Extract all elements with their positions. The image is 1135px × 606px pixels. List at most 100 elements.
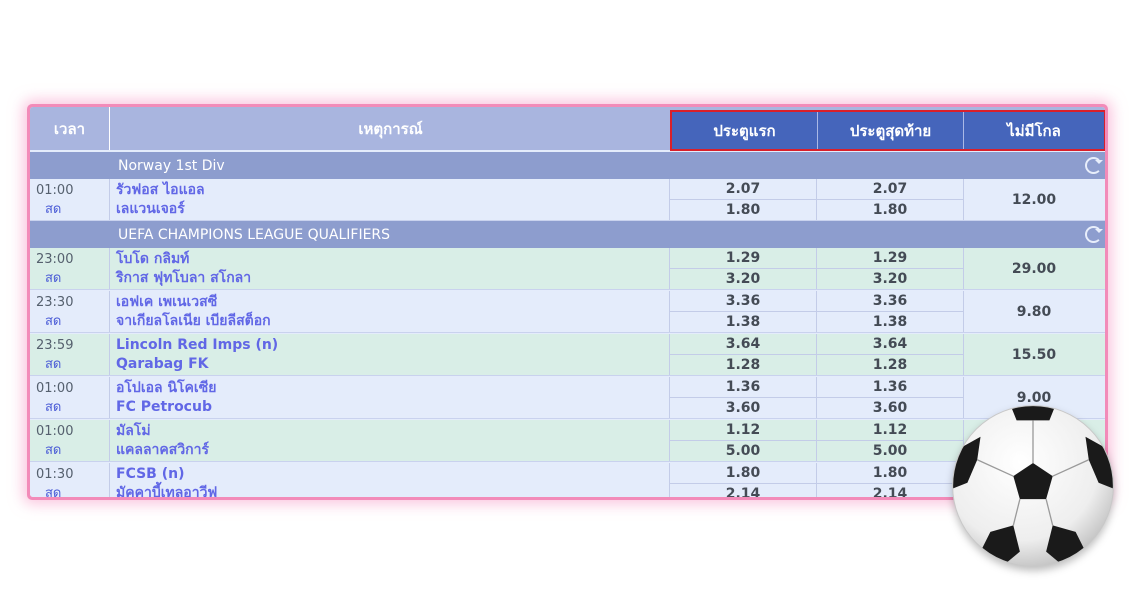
last-goal-odds: 2.07 1.80 [817,179,964,220]
odds-value[interactable]: 1.38 [670,312,816,332]
refresh-icon[interactable] [1085,157,1103,174]
home-team[interactable]: FCSB (n) [116,465,669,484]
odds-value[interactable]: 1.12 [817,420,963,441]
first-goal-odds: 1.36 3.60 [670,377,817,418]
away-team[interactable]: Qarabag FK [116,355,669,374]
match-time: 23:30 [36,295,74,310]
live-badge: สด [45,443,62,458]
home-team[interactable]: อโปเอล นิโคเซีย [116,379,669,398]
table-row[interactable]: 23:30 สด เอฟเค เพเนเวสซี จาเกียลโลเนีย เ… [30,291,1105,333]
live-badge: สด [45,400,62,415]
match-time-cell: 23:00 สด [30,248,110,289]
live-badge: สด [45,202,62,217]
odds-value[interactable]: 1.36 [817,377,963,398]
odds-value[interactable]: 1.36 [670,377,816,398]
home-team[interactable]: เอฟเค เพเนเวสซี [116,293,669,312]
match-time: 23:00 [36,252,74,267]
live-badge: สด [45,271,62,286]
odds-value[interactable]: 2.14 [817,484,963,497]
soccer-ball-icon [952,405,1114,567]
odds-value[interactable]: 1.28 [817,355,963,375]
header-first-goal: ประตูแรก [672,112,818,149]
odds-value[interactable]: 1.38 [817,312,963,332]
away-team[interactable]: จาเกียลโลเนีย เบียลีสต็อก [116,312,669,331]
home-team[interactable]: รัวฟอส ไอแอล [116,181,669,200]
live-badge: สด [45,357,62,372]
odds-value[interactable]: 5.00 [670,441,816,461]
odds-table: เวลา เหตุการณ์ ประตูแรก ประตูสุดท้าย ไม่… [30,107,1105,497]
match-time-cell: 01:30 สด [30,463,110,497]
match-time-cell: 23:59 สด [30,334,110,375]
odds-value[interactable]: 1.80 [670,463,816,484]
first-goal-odds: 2.07 1.80 [670,179,817,220]
match-time-cell: 01:00 สด [30,420,110,461]
odds-value[interactable]: 1.80 [817,463,963,484]
odds-value[interactable]: 1.80 [670,200,816,220]
league-header: Norway 1st Div [30,152,1105,179]
no-goal-odds[interactable]: 12.00 [964,179,1104,220]
last-goal-odds: 1.36 3.60 [817,377,964,418]
table-row[interactable]: 01:00 สด รัวฟอส ไอแอล เลแวนเจอร์ 2.07 1.… [30,179,1105,221]
match-time-cell: 01:00 สด [30,179,110,220]
no-goal-odds[interactable]: 29.00 [964,248,1104,289]
match-time: 01:30 [36,467,74,482]
league-name: UEFA CHAMPIONS LEAGUE QUALIFIERS [118,226,391,243]
odds-value[interactable]: 1.29 [817,248,963,269]
home-team[interactable]: มัลโม่ [116,422,669,441]
away-team[interactable]: FC Petrocub [116,398,669,417]
away-team[interactable]: ริกาส ฟุทโบลา สโกลา [116,269,669,288]
odds-value[interactable]: 3.64 [670,334,816,355]
odds-value[interactable]: 3.36 [817,291,963,312]
odds-value[interactable]: 1.80 [817,200,963,220]
match-teams: อโปเอล นิโคเซีย FC Petrocub [110,377,670,418]
odds-value[interactable]: 1.28 [670,355,816,375]
header-time: เวลา [30,107,110,150]
away-team[interactable]: มัคคาบี้เทลอาวีฟ [116,484,669,497]
table-row[interactable]: 23:59 สด Lincoln Red Imps (n) Qarabag FK… [30,334,1105,376]
odds-value[interactable]: 3.64 [817,334,963,355]
odds-panel: เวลา เหตุการณ์ ประตูแรก ประตูสุดท้าย ไม่… [27,104,1108,500]
live-badge: สด [45,486,62,497]
odds-value[interactable]: 3.20 [817,269,963,289]
match-teams: รัวฟอส ไอแอล เลแวนเจอร์ [110,179,670,220]
away-team[interactable]: แคลลาคสวิการ์ [116,441,669,460]
odds-value[interactable]: 2.07 [817,179,963,200]
away-team[interactable]: เลแวนเจอร์ [116,200,669,219]
odds-value[interactable]: 3.60 [817,398,963,418]
last-goal-odds: 3.64 1.28 [817,334,964,375]
match-time-cell: 01:00 สด [30,377,110,418]
league-name: Norway 1st Div [118,157,225,174]
first-goal-odds: 1.12 5.00 [670,420,817,461]
header-event: เหตุการณ์ [358,119,423,138]
odds-value[interactable]: 3.36 [670,291,816,312]
last-goal-odds: 1.80 2.14 [817,463,964,497]
odds-value[interactable]: 1.29 [670,248,816,269]
last-goal-odds: 1.29 3.20 [817,248,964,289]
odds-value[interactable]: 5.00 [817,441,963,461]
no-goal-odds[interactable]: 9.80 [964,291,1104,332]
odds-value[interactable]: 2.07 [670,179,816,200]
match-time-cell: 23:30 สด [30,291,110,332]
last-goal-odds: 3.36 1.38 [817,291,964,332]
odds-value[interactable]: 3.60 [670,398,816,418]
odds-value[interactable]: 2.14 [670,484,816,497]
table-row[interactable]: 23:00 สด โบโด กลิมท์ ริกาส ฟุทโบลา สโกลา… [30,248,1105,290]
home-team[interactable]: โบโด กลิมท์ [116,250,669,269]
first-goal-odds: 1.29 3.20 [670,248,817,289]
league-header: UEFA CHAMPIONS LEAGUE QUALIFIERS [30,221,1105,248]
odds-value[interactable]: 3.20 [670,269,816,289]
home-team[interactable]: Lincoln Red Imps (n) [116,336,669,355]
first-goal-odds: 1.80 2.14 [670,463,817,497]
odds-header-highlight: ประตูแรก ประตูสุดท้าย ไม่มีโกล [670,110,1105,151]
header-last-goal: ประตูสุดท้าย [818,112,964,149]
table-row[interactable]: 01:00 สด มัลโม่ แคลลาคสวิการ์ 1.12 5.00 … [30,420,1105,462]
first-goal-odds: 3.36 1.38 [670,291,817,332]
first-goal-odds: 3.64 1.28 [670,334,817,375]
match-time: 23:59 [36,338,74,353]
odds-value[interactable]: 1.12 [670,420,816,441]
table-row[interactable]: 01:00 สด อโปเอล นิโคเซีย FC Petrocub 1.3… [30,377,1105,419]
refresh-icon[interactable] [1085,226,1103,243]
match-time: 01:00 [36,183,74,198]
no-goal-odds[interactable]: 15.50 [964,334,1104,375]
table-row[interactable]: 01:30 สด FCSB (n) มัคคาบี้เทลอาวีฟ 1.80 … [30,463,1105,497]
